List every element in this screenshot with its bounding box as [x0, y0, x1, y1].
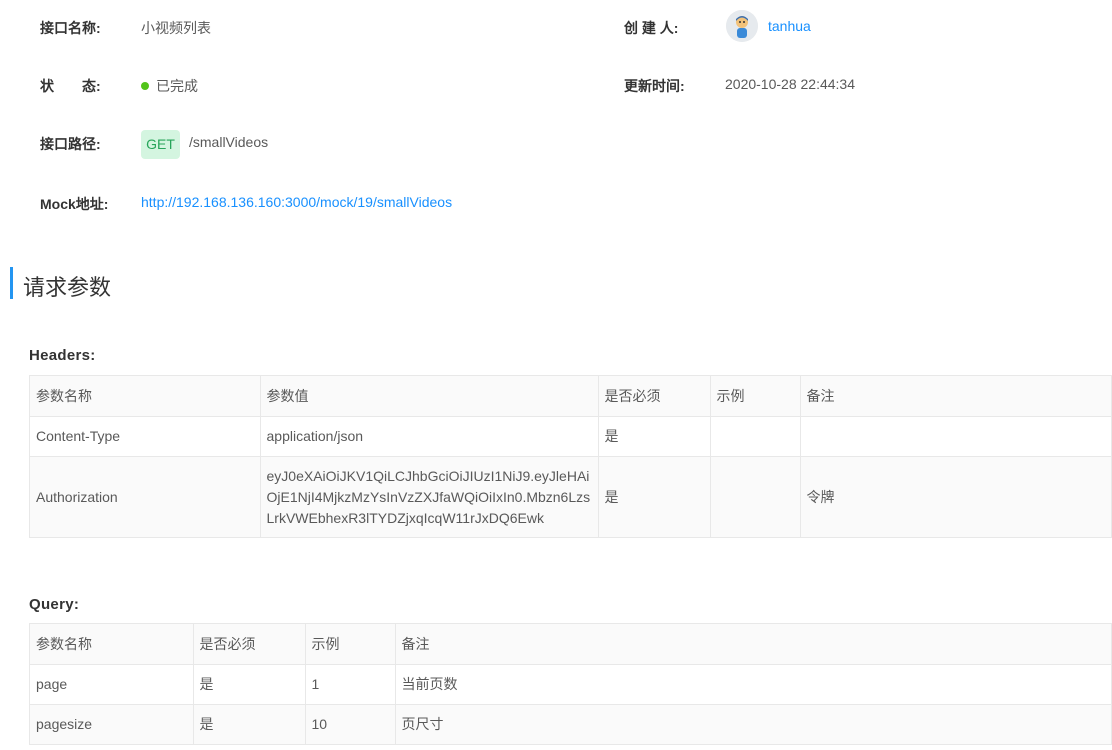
headers-col-remark: 备注: [800, 376, 1112, 417]
query-table: 参数名称 是否必须 示例 备注 page 是 1 当前页数 pagesize 是…: [29, 623, 1112, 745]
headers-col-required: 是否必须: [598, 376, 711, 417]
updated-time-label: 更新时间:: [624, 78, 685, 94]
interface-name-value: 小视频列表: [141, 20, 211, 36]
table-cell: 是: [598, 416, 711, 457]
table-cell: 是: [598, 456, 711, 537]
table-cell: application/json: [260, 416, 599, 457]
status-dot-icon: [141, 82, 149, 91]
table-cell: 10: [305, 704, 396, 744]
interface-name-label: 接口名称:: [40, 20, 101, 36]
table-cell: 是: [193, 704, 306, 744]
path-label: 接口路径:: [40, 136, 101, 152]
mock-url-link[interactable]: http://192.168.136.160:3000/mock/19/smal…: [141, 194, 452, 210]
table-row: pagesize 是 10 页尺寸: [30, 704, 1112, 744]
status-label: 状 态:: [40, 78, 101, 94]
table-cell: Authorization: [30, 456, 261, 537]
query-col-required: 是否必须: [193, 624, 306, 665]
query-col-remark: 备注: [395, 624, 1112, 665]
table-cell: [710, 416, 801, 457]
table-cell: [710, 456, 801, 537]
http-method-badge: GET: [141, 130, 180, 159]
table-cell: [800, 416, 1112, 457]
query-col-example: 示例: [305, 624, 396, 665]
section-accent-bar: [10, 267, 13, 299]
status-text: 已完成: [156, 78, 198, 94]
headers-col-value: 参数值: [260, 376, 599, 417]
table-row: Content-Type application/json 是: [30, 416, 1112, 457]
table-cell: Content-Type: [30, 416, 261, 457]
headers-title: Headers:: [29, 347, 96, 364]
creator-name-link[interactable]: tanhua: [768, 18, 811, 34]
query-col-name: 参数名称: [30, 624, 194, 665]
query-title: Query:: [29, 596, 80, 613]
table-cell: 页尺寸: [395, 704, 1112, 744]
user-avatar-icon[interactable]: [726, 10, 758, 42]
status-value: 已完成: [141, 76, 198, 96]
table-cell: 当前页数: [395, 664, 1112, 705]
creator-label: 创 建 人:: [624, 20, 679, 36]
headers-table: 参数名称 参数值 是否必须 示例 备注 Content-Type applica…: [29, 375, 1112, 538]
table-row: Authorization eyJ0eXAiOiJKV1QiLCJhbGciOi…: [30, 456, 1112, 537]
table-cell: eyJ0eXAiOiJKV1QiLCJhbGciOiJIUzI1NiJ9.eyJ…: [260, 456, 599, 537]
path-value: /smallVideos: [189, 134, 269, 150]
section-title-request-params: 请求参数: [23, 275, 112, 300]
table-cell: 1: [305, 664, 396, 705]
table-cell: 是: [193, 664, 306, 705]
updated-time-value: 2020-10-28 22:44:34: [725, 76, 855, 92]
headers-col-example: 示例: [710, 376, 801, 417]
headers-col-name: 参数名称: [30, 376, 261, 417]
table-cell: pagesize: [30, 704, 194, 744]
table-cell: 令牌: [800, 456, 1112, 537]
table-row: page 是 1 当前页数: [30, 664, 1112, 705]
mock-label: Mock地址:: [40, 196, 109, 212]
table-cell: page: [30, 664, 194, 705]
